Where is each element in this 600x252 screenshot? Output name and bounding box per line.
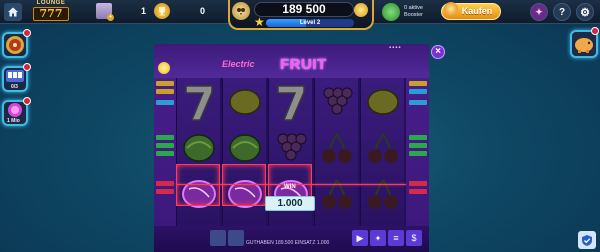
close-icon: × bbox=[435, 46, 441, 57]
avatar-badge: + bbox=[107, 14, 114, 21]
logo-electric: Electric bbox=[222, 59, 255, 69]
security-button[interactable] bbox=[578, 231, 596, 249]
lemon-symbol bbox=[225, 82, 265, 122]
owl-menu-icon[interactable] bbox=[232, 2, 250, 20]
win-highlight bbox=[222, 164, 266, 206]
sun-icon bbox=[158, 62, 170, 74]
coin-icon[interactable] bbox=[354, 3, 368, 17]
reel-5 bbox=[360, 78, 404, 226]
coin-balance: 189 500 bbox=[254, 2, 354, 17]
lounge-sevens: 777 bbox=[33, 7, 69, 21]
turbo-toggle[interactable] bbox=[228, 230, 244, 246]
cherry-symbol bbox=[363, 128, 403, 168]
cup-icon bbox=[159, 7, 165, 16]
wheel-icon bbox=[6, 36, 24, 54]
piggy-bank-icon bbox=[575, 38, 593, 53]
player-level: 1 bbox=[141, 6, 147, 16]
win-amount: 1.000 bbox=[265, 196, 315, 211]
max-bet-button[interactable]: ✦ bbox=[370, 230, 386, 246]
home-icon bbox=[8, 7, 18, 17]
autoplay-toggle[interactable] bbox=[210, 230, 226, 246]
balance-bet-info: GUTHABEN 189.500 EINSATZ 1.000 bbox=[246, 240, 330, 246]
star-icon: ★ bbox=[254, 15, 265, 29]
lemon-symbol bbox=[363, 82, 403, 122]
paytable-button[interactable]: ≡ bbox=[388, 230, 404, 246]
close-button[interactable]: × bbox=[431, 45, 445, 59]
level-label: Level 2 bbox=[299, 20, 321, 26]
notification-badge bbox=[591, 27, 599, 35]
bet-icon: ✦ bbox=[374, 233, 382, 243]
bet-settings-button[interactable]: $ bbox=[406, 230, 422, 246]
help-button[interactable]: ? bbox=[553, 3, 571, 21]
settings-button[interactable]: ⚙ bbox=[576, 3, 594, 21]
control-bar: GUTHABEN 189.500 EINSATZ 1.000 ▶ ✦ ≡ $ bbox=[154, 226, 429, 252]
spin-button[interactable]: ▶ bbox=[352, 230, 368, 246]
grapes-symbol bbox=[271, 128, 311, 168]
notification-badge bbox=[23, 29, 31, 37]
booster-text: 0 aktive Booster bbox=[404, 5, 423, 18]
trophy-score: 0 bbox=[200, 6, 206, 16]
logo-fruit: FRUIT bbox=[280, 56, 327, 73]
slot-machine-icon bbox=[6, 70, 24, 82]
window-controls[interactable]: ▪▪▪▪ bbox=[389, 45, 402, 51]
buy-label: Kaufen bbox=[461, 6, 493, 16]
cherry-symbol bbox=[317, 174, 357, 214]
lounge-button[interactable]: LOUNGE 777 bbox=[28, 0, 74, 24]
win-label: WIN bbox=[284, 184, 296, 190]
offers-button[interactable]: ✦ bbox=[530, 3, 548, 21]
play-icon: ▶ bbox=[356, 232, 364, 243]
seven-symbol bbox=[271, 82, 311, 122]
grapes-symbol bbox=[317, 82, 357, 122]
menu-icon: ≡ bbox=[393, 233, 399, 243]
melon-symbol bbox=[225, 128, 265, 168]
jackpot-amount: 1 Mio bbox=[7, 118, 20, 124]
lounge-label: LOUNGE bbox=[36, 0, 66, 6]
cherry-symbol bbox=[363, 174, 403, 214]
home-button[interactable] bbox=[4, 3, 22, 21]
game-header: Electric FRUIT ▪▪▪▪ bbox=[154, 44, 429, 78]
slot-game-window: Electric FRUIT ▪▪▪▪ WIN 1.000 GUTHABEN 1… bbox=[154, 44, 429, 252]
seven-symbol bbox=[179, 82, 219, 122]
win-highlight bbox=[176, 164, 220, 206]
shield-icon bbox=[582, 234, 592, 246]
booster-icon[interactable] bbox=[382, 3, 400, 21]
balance-panel: 189 500 Level 2 ★ bbox=[228, 0, 374, 30]
notification-badge bbox=[23, 63, 31, 71]
gift-icon: ✦ bbox=[535, 6, 543, 17]
coins-icon bbox=[444, 2, 458, 16]
trophy-icon[interactable] bbox=[154, 3, 170, 19]
jackpot-icon bbox=[8, 103, 22, 117]
coins-stack-icon: $ bbox=[411, 233, 417, 243]
notification-badge bbox=[23, 97, 31, 105]
reel-4 bbox=[314, 78, 358, 226]
challenge-count: 0/3 bbox=[11, 84, 18, 90]
top-bar: LOUNGE 777 + 1 0 189 500 Level 2 ★ 0 akt… bbox=[0, 0, 600, 30]
gear-icon: ⚙ bbox=[580, 6, 590, 19]
cherry-symbol bbox=[317, 128, 357, 168]
melon-symbol bbox=[179, 128, 219, 168]
question-icon: ? bbox=[558, 6, 566, 18]
